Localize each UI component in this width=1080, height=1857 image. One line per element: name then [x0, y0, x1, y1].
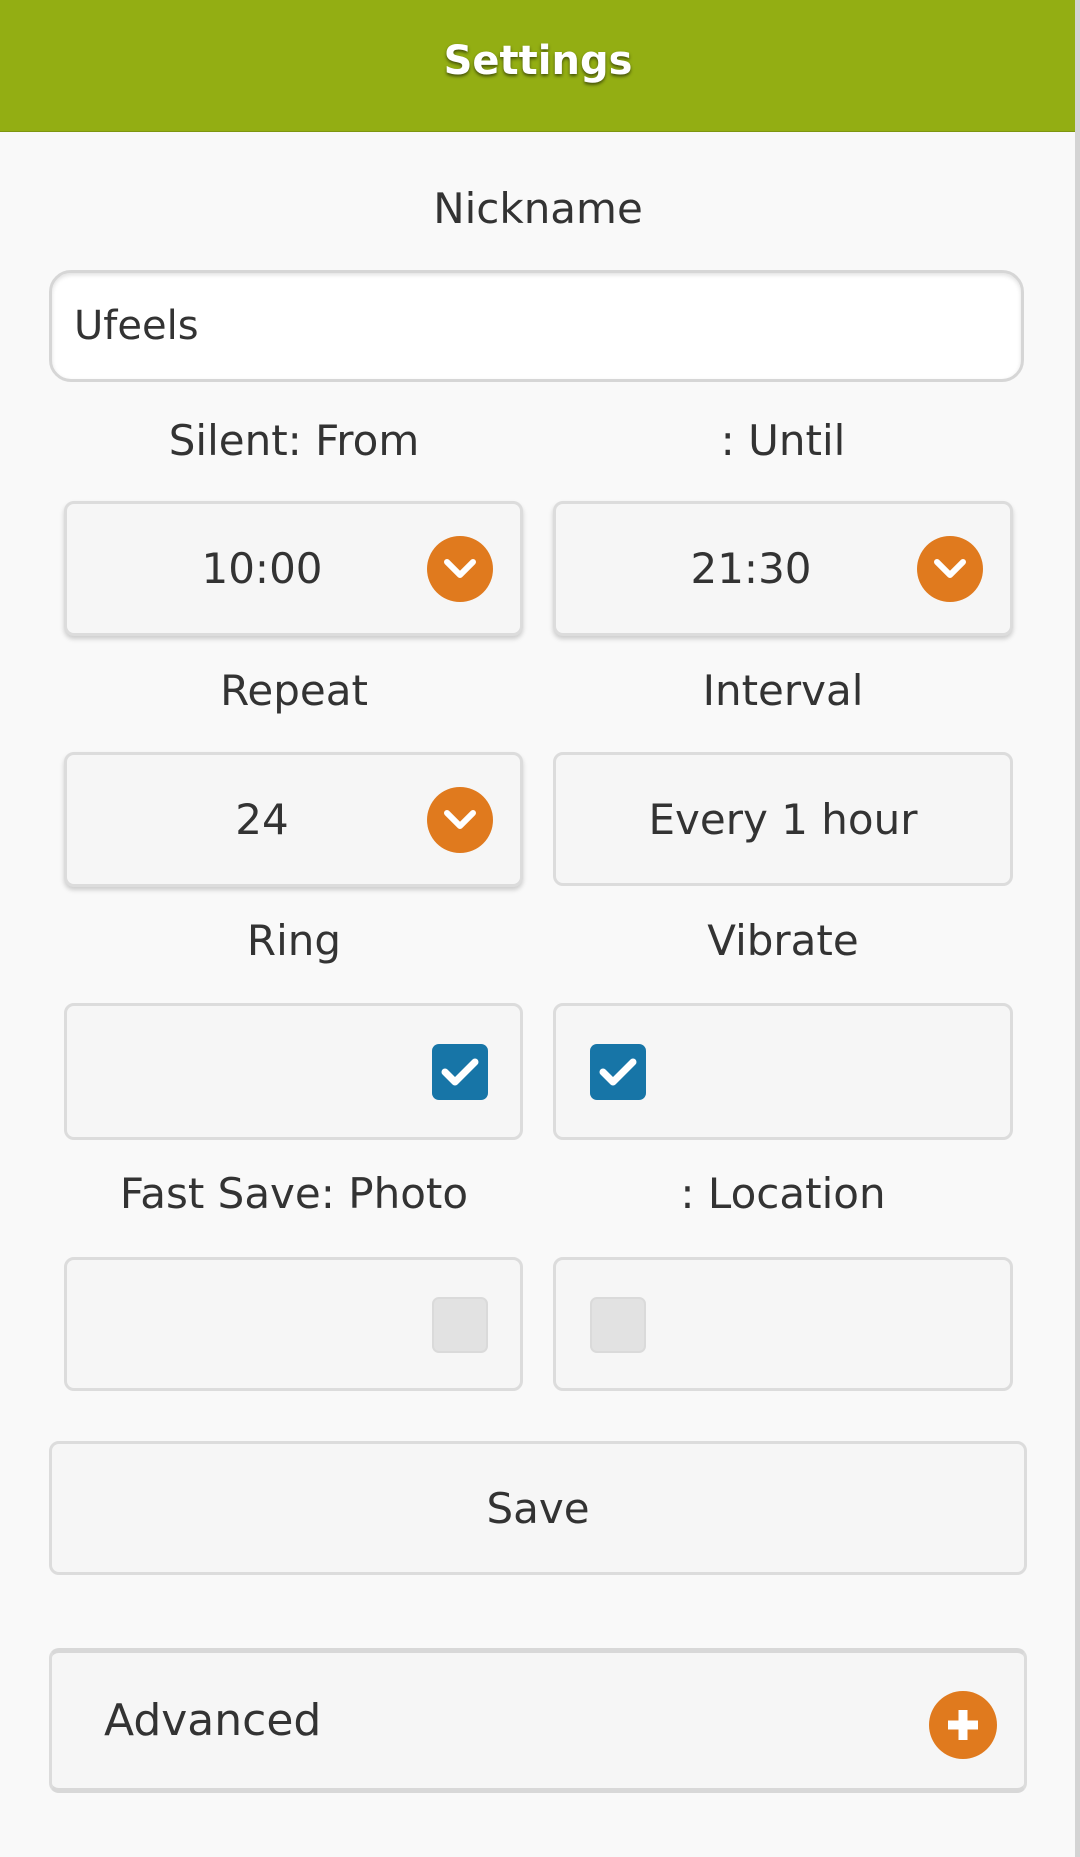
chevron-down-icon — [427, 787, 493, 853]
fast-save-photo-label: Fast Save: Photo — [119, 1169, 469, 1218]
location-checkbox[interactable] — [590, 1297, 646, 1353]
silent-from-label: Silent: From — [168, 416, 420, 465]
vibrate-label: Vibrate — [707, 916, 859, 965]
nickname-input[interactable]: Ufeels — [49, 270, 1024, 382]
app-header: Settings — [0, 0, 1076, 132]
repeat-value: 24 — [235, 795, 289, 844]
interval-value: Every 1 hour — [648, 794, 918, 844]
checkmark-icon — [441, 1058, 479, 1086]
ring-label: Ring — [246, 916, 342, 965]
plus-icon[interactable] — [929, 1691, 997, 1759]
scrollbar[interactable] — [1075, 0, 1080, 1857]
silent-until-label: : Until — [720, 416, 846, 465]
save-button[interactable]: Save — [49, 1441, 1027, 1575]
chevron-down-icon — [427, 536, 493, 602]
page-title: Settings — [443, 37, 633, 84]
nickname-label: Nickname — [433, 184, 643, 233]
photo-checkbox[interactable] — [432, 1297, 488, 1353]
fast-save-location-toggle[interactable] — [553, 1257, 1013, 1391]
interval-label: Interval — [702, 666, 864, 715]
repeat-label: Repeat — [220, 666, 368, 715]
vibrate-checkbox[interactable] — [590, 1044, 646, 1100]
ring-checkbox[interactable] — [432, 1044, 488, 1100]
vibrate-toggle[interactable] — [553, 1003, 1013, 1140]
silent-until-select[interactable]: 21:30 — [553, 501, 1013, 636]
silent-from-value: 10:00 — [201, 544, 323, 593]
interval-field[interactable]: Every 1 hour — [553, 752, 1013, 886]
ring-toggle[interactable] — [64, 1003, 523, 1140]
silent-from-select[interactable]: 10:00 — [64, 501, 523, 636]
checkmark-icon — [599, 1058, 637, 1086]
fast-save-location-label: : Location — [680, 1169, 886, 1218]
silent-until-value: 21:30 — [690, 544, 812, 593]
fast-save-photo-toggle[interactable] — [64, 1257, 523, 1391]
repeat-select[interactable]: 24 — [64, 752, 523, 887]
advanced-section-toggle[interactable]: Advanced — [49, 1648, 1027, 1793]
advanced-label: Advanced — [104, 1695, 322, 1746]
chevron-down-icon — [917, 536, 983, 602]
settings-page: Settings Nickname Ufeels Silent: From : … — [0, 0, 1080, 1857]
